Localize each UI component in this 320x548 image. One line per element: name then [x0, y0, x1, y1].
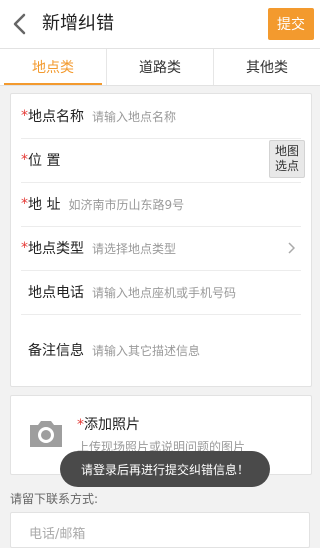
address-input[interactable]: 如济南市历山东路9号 [68, 196, 184, 213]
chevron-right-icon [288, 242, 295, 254]
login-toast: 请登录后再进行提交纠错信息！ [60, 451, 270, 487]
phone-label: 地点电话 [28, 285, 84, 301]
address-label: 地 址 [28, 197, 61, 213]
place-name-row[interactable]: * 地点名称 请输入地点名称 [21, 94, 301, 139]
tab-place[interactable]: 地点类 [0, 49, 107, 85]
phone-row[interactable]: 地点电话 请输入地点座机或手机号码 [21, 270, 301, 315]
add-photo-title: *添加照片 [77, 414, 140, 434]
notes-input[interactable]: 请输入其它描述信息 [92, 342, 200, 359]
place-name-label: 地点名称 [28, 109, 84, 125]
add-photo-label: 添加照片 [84, 417, 140, 433]
page-title: 新增纠错 [42, 13, 114, 34]
required-mark: * [21, 240, 28, 256]
position-row: * 位 置 [21, 138, 301, 183]
notes-label: 备注信息 [28, 343, 84, 359]
category-tabs: 地点类 道路类 其他类 [0, 49, 320, 86]
phone-input[interactable]: 请输入地点座机或手机号码 [92, 284, 236, 301]
map-pick-button-line1: 地图 [274, 144, 299, 158]
place-name-input[interactable]: 请输入地点名称 [92, 108, 176, 125]
app-header: 新增纠错 提交 [0, 0, 320, 49]
contact-label: 请留下联系方式: [10, 492, 99, 506]
camera-icon [30, 421, 62, 447]
tab-road[interactable]: 道路类 [107, 49, 214, 85]
back-arrow-icon[interactable] [10, 12, 30, 36]
required-mark: * [21, 108, 28, 124]
place-type-select[interactable]: 请选择地点类型 [92, 240, 176, 257]
place-form: * 地点名称 请输入地点名称 * 位 置 地图 选点 * 地 址 如济南市历山东… [10, 93, 312, 387]
place-type-row[interactable]: * 地点类型 请选择地点类型 [21, 226, 301, 271]
position-label: 位 置 [28, 153, 61, 169]
tab-other[interactable]: 其他类 [214, 49, 320, 85]
submit-button[interactable]: 提交 [268, 8, 314, 40]
contact-input[interactable]: 电话/邮箱 [10, 512, 310, 548]
map-pick-button-line2: 选点 [274, 159, 299, 173]
required-mark: * [21, 152, 28, 168]
address-row[interactable]: * 地 址 如济南市历山东路9号 [21, 182, 301, 227]
map-pick-button[interactable]: 地图 选点 [269, 140, 305, 178]
required-mark: * [21, 196, 28, 212]
notes-row[interactable]: 备注信息 请输入其它描述信息 [21, 314, 301, 386]
required-mark: * [77, 417, 84, 433]
place-type-label: 地点类型 [28, 241, 84, 257]
